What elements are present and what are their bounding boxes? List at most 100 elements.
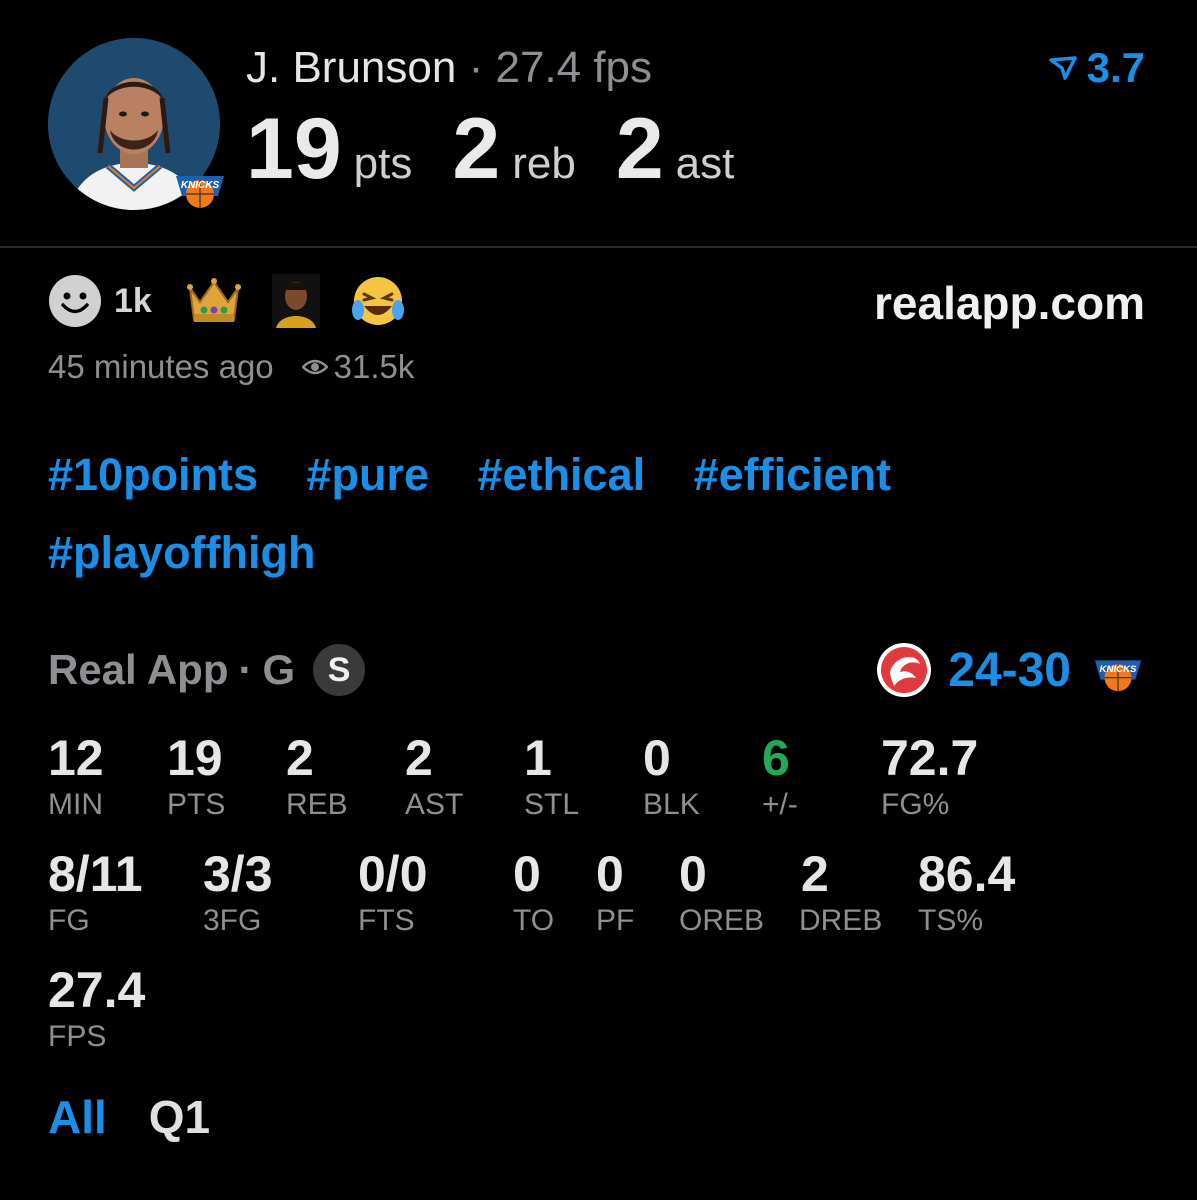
- player-face-icon[interactable]: [268, 274, 324, 328]
- stat-min: 12 MIN: [48, 730, 104, 822]
- stat-reb: 2 REB: [286, 730, 348, 822]
- stat-label: PF: [596, 904, 635, 937]
- stat-value: 86.4: [918, 846, 1016, 902]
- site-link[interactable]: realapp.com: [874, 276, 1145, 330]
- stat-label: 3FG: [203, 904, 262, 937]
- stat-value: 0/0: [358, 846, 428, 902]
- score-text: 24-30: [948, 643, 1071, 698]
- post-meta: 45 minutes ago 31.5k: [48, 348, 414, 386]
- hashtag-link[interactable]: #10points: [48, 446, 258, 524]
- stat-ast: 2 AST: [405, 730, 463, 822]
- stat-dreb: 2 DREB: [799, 846, 882, 938]
- source-name: Real App: [48, 646, 229, 693]
- stat-label: AST: [405, 788, 464, 821]
- eye-icon: [301, 359, 328, 375]
- view-count: 31.5k: [333, 348, 415, 385]
- stat-value: 1: [524, 730, 552, 786]
- stat-value: 27.4: [48, 962, 146, 1018]
- stat-pf: 0 PF: [596, 846, 634, 938]
- stat-label: OREB: [679, 904, 765, 937]
- stat-label: FG%: [881, 788, 950, 821]
- stat-label: PTS: [167, 788, 226, 821]
- tab-all[interactable]: All: [48, 1090, 107, 1144]
- stat-value: 0: [643, 730, 671, 786]
- stat-label: STL: [524, 788, 580, 821]
- reb-value: 2: [452, 101, 501, 197]
- ast-unit: ast: [675, 139, 735, 188]
- stat-value: 2: [286, 730, 314, 786]
- hashtag-link[interactable]: #playoffhigh: [48, 524, 316, 602]
- post-time: 45 minutes ago: [48, 348, 274, 385]
- stat-to: 0 TO: [513, 846, 554, 938]
- stat-oreb: 0 OREB: [679, 846, 764, 938]
- svg-text:KNICKS: KNICKS: [1100, 664, 1137, 675]
- stat-pts: 19 PTS: [167, 730, 225, 822]
- pts-unit: pts: [353, 139, 413, 188]
- game-source-line: Real App · G S: [48, 644, 366, 696]
- pts-value: 19: [246, 101, 342, 197]
- stat-label: TS%: [918, 904, 984, 937]
- stat-label: TO: [513, 904, 555, 937]
- stat-value: 2: [405, 730, 433, 786]
- player-name[interactable]: J. Brunson: [246, 43, 456, 92]
- stat-value: 12: [48, 730, 104, 786]
- stat-label: FTS: [358, 904, 415, 937]
- stat-blk: 0 BLK: [643, 730, 700, 822]
- reb-unit: reb: [512, 139, 576, 188]
- score-separator: -: [1001, 643, 1018, 697]
- realapp-logo-icon: [1048, 56, 1077, 80]
- stat-fg-pct: 72.7 FG%: [881, 730, 978, 822]
- hashtag-link[interactable]: #efficient: [694, 446, 892, 524]
- hashtag-list: #10points #pure #ethical #efficient #pla…: [48, 446, 1148, 602]
- hawks-logo-icon: [877, 643, 932, 697]
- knicks-logo-icon: KNICKS: [172, 158, 228, 214]
- stat-fts: 0/0 FTS: [358, 846, 428, 938]
- stat-plus-minus: 6 +/-: [762, 730, 798, 822]
- stat-value: 19: [167, 730, 223, 786]
- stat-label: FPS: [48, 1020, 107, 1053]
- stat-label: +/-: [762, 788, 798, 821]
- period-tabs: All Q1: [48, 1090, 252, 1144]
- rating-button[interactable]: 3.7: [1048, 44, 1145, 92]
- stat-value: 2: [801, 846, 829, 902]
- stat-label: FG: [48, 904, 90, 937]
- stat-label: DREB: [799, 904, 883, 937]
- score-home: 30: [1017, 643, 1071, 697]
- name-separator: ·: [468, 43, 484, 92]
- ast-value: 2: [615, 101, 664, 197]
- stat-value: 0: [679, 846, 707, 902]
- add-reaction-icon[interactable]: [48, 274, 102, 328]
- player-position: G: [262, 646, 296, 693]
- reaction-count[interactable]: 1k: [114, 282, 152, 321]
- stat-3fg: 3/3 3FG: [203, 846, 273, 938]
- stat-value: 6: [762, 730, 790, 786]
- stat-value: 0: [596, 846, 624, 902]
- header-divider: [0, 246, 1197, 248]
- score-away: 24: [948, 643, 1002, 697]
- knicks-logo-icon: KNICKS: [1091, 643, 1145, 697]
- stat-fps: 27.4 FPS: [48, 962, 145, 1054]
- tab-q1[interactable]: Q1: [149, 1090, 210, 1144]
- player-name-line: J. Brunson · 27.4 fps: [246, 44, 652, 92]
- reactions-row: 1k: [48, 274, 432, 328]
- game-score[interactable]: 24-30 KNICKS: [876, 642, 1145, 698]
- rating-value: 3.7: [1086, 44, 1145, 91]
- starter-badge: S: [313, 644, 366, 696]
- stat-fg: 8/11 FG: [48, 846, 143, 938]
- stat-label: MIN: [48, 788, 103, 821]
- stat-value: 8/11: [48, 846, 143, 902]
- stat-ts-pct: 86.4 TS%: [918, 846, 1015, 938]
- source-separator: ·: [238, 646, 253, 693]
- crown-icon[interactable]: [186, 274, 242, 328]
- stat-label: REB: [286, 788, 348, 821]
- stat-value: 3/3: [203, 846, 273, 902]
- stat-value: 72.7: [881, 730, 979, 786]
- fps-summary: 27.4 fps: [495, 43, 653, 92]
- laughing-emoji-icon[interactable]: [350, 274, 406, 328]
- stat-stl: 1 STL: [524, 730, 579, 822]
- headline-stats: 19 pts 2 reb 2 ast: [246, 104, 774, 194]
- hashtag-link[interactable]: #ethical: [478, 446, 646, 524]
- stat-value: 0: [513, 846, 541, 902]
- hashtag-link[interactable]: #pure: [307, 446, 430, 524]
- stat-label: BLK: [643, 788, 700, 821]
